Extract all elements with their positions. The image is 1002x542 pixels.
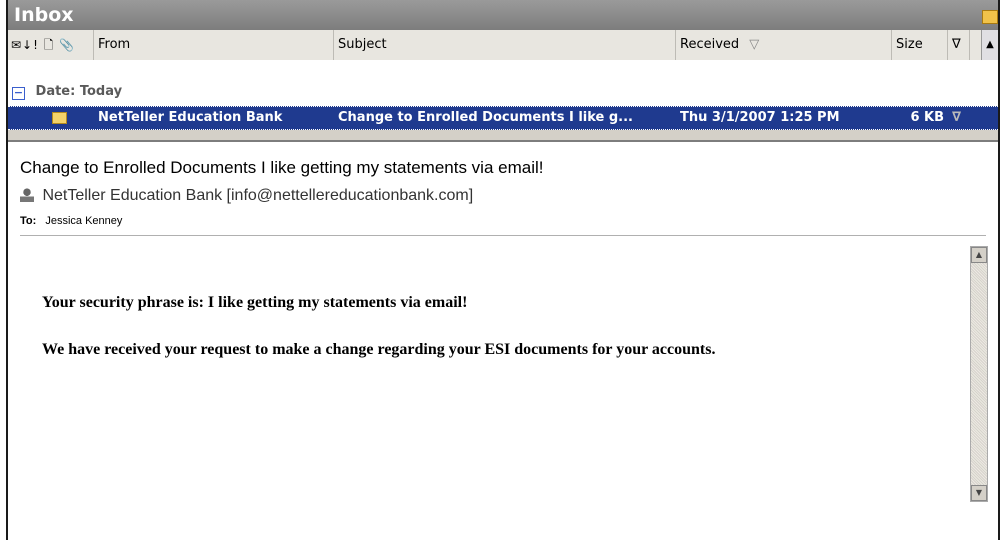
column-from-header[interactable]: From bbox=[94, 30, 334, 60]
window-title: Inbox bbox=[14, 4, 74, 26]
message-size: 6 KB bbox=[910, 110, 944, 125]
message-row-selected[interactable]: NetTeller Education Bank Change to Enrol… bbox=[8, 106, 998, 130]
preview-subject: Change to Enrolled Documents I like gett… bbox=[20, 158, 544, 177]
scroll-up-icon[interactable]: ▲ bbox=[971, 247, 987, 263]
preview-to-line: To: Jessica Kenney bbox=[20, 215, 122, 227]
column-icons-header[interactable]: ✉↓! 🗋 📎 bbox=[8, 30, 94, 60]
column-header-row: ✉↓! 🗋 📎 From Subject Received ▽ Size ∇ bbox=[8, 30, 998, 61]
list-scroll-up-button[interactable]: ▲ bbox=[981, 30, 998, 60]
message-body: Your security phrase is: I like getting … bbox=[8, 242, 998, 542]
column-subject-header[interactable]: Subject bbox=[334, 30, 676, 60]
to-label: To: bbox=[20, 215, 37, 227]
collapse-group-icon[interactable]: − bbox=[12, 87, 25, 100]
column-received-header[interactable]: Received ▽ bbox=[676, 30, 892, 60]
header-divider bbox=[20, 235, 986, 236]
message-flag-icon[interactable]: ∇ bbox=[952, 107, 968, 129]
reading-pane-header: Change to Enrolled Documents I like gett… bbox=[8, 142, 998, 239]
body-scrollbar[interactable]: ▲ ▼ bbox=[970, 246, 988, 502]
mail-window: Inbox ✉↓! 🗋 📎 From Subject Received ▽ Si… bbox=[6, 0, 1000, 542]
preview-sender: NetTeller Education Bank [info@netteller… bbox=[20, 187, 473, 205]
to-recipient[interactable]: Jessica Kenney bbox=[45, 215, 122, 227]
scroll-down-icon[interactable]: ▼ bbox=[971, 485, 987, 501]
preview-sender-text: NetTeller Education Bank [info@netteller… bbox=[42, 187, 474, 204]
date-group-label: Date: Today bbox=[35, 84, 123, 99]
person-icon bbox=[20, 188, 34, 202]
envelope-icon bbox=[52, 112, 67, 124]
message-subject: Change to Enrolled Documents I like g... bbox=[338, 110, 633, 125]
message-list: − Date: Today NetTeller Education Bank C… bbox=[8, 60, 998, 130]
message-received: Thu 3/1/2007 1:25 PM bbox=[680, 110, 840, 125]
body-line-security-phrase: Your security phrase is: I like getting … bbox=[42, 294, 468, 311]
flag-column-icon[interactable]: ∇ bbox=[948, 30, 970, 60]
column-received-label: Received bbox=[680, 37, 740, 52]
body-line-request: We have received your request to make a … bbox=[42, 341, 716, 358]
sort-descending-icon: ▽ bbox=[749, 37, 760, 52]
date-group-header[interactable]: − Date: Today bbox=[12, 82, 122, 102]
column-size-header[interactable]: Size bbox=[892, 30, 948, 60]
message-from: NetTeller Education Bank bbox=[98, 110, 283, 125]
window-title-bar: Inbox bbox=[8, 0, 998, 30]
folder-icon[interactable] bbox=[982, 10, 998, 24]
reading-pane: Change to Enrolled Documents I like gett… bbox=[8, 140, 998, 542]
